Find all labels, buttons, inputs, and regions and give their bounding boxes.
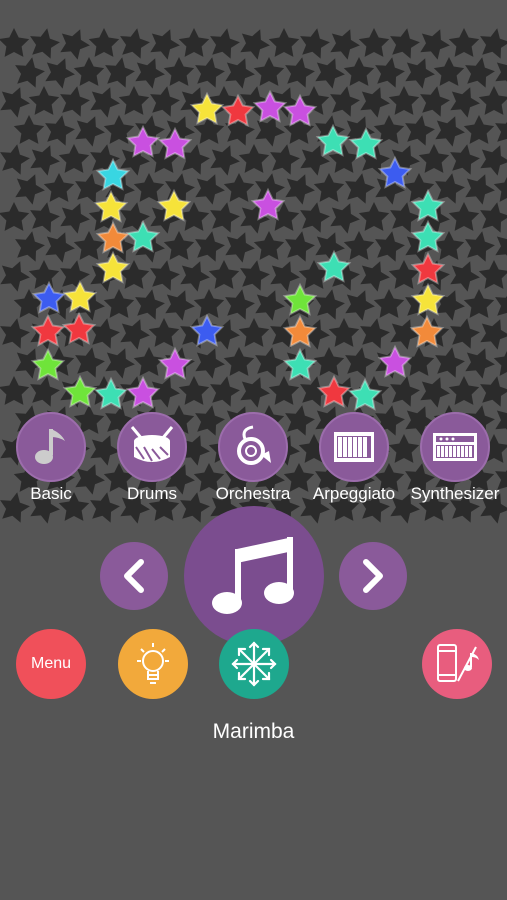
phone-music-icon — [437, 644, 479, 682]
category-label: Synthesizer — [410, 484, 500, 503]
drum-icon — [117, 412, 187, 482]
menu-button[interactable]: Menu — [16, 629, 86, 699]
category-drums[interactable]: Drums — [102, 412, 202, 512]
category-synthesizer[interactable]: Synthesizer — [405, 412, 505, 512]
hint-button[interactable] — [118, 629, 188, 699]
expand-arrows-icon — [231, 641, 277, 687]
french-horn-icon — [218, 412, 288, 482]
share-to-phone-button[interactable] — [422, 629, 492, 699]
chevron-right-icon — [363, 559, 383, 593]
music-note-icon — [212, 537, 294, 614]
category-basic[interactable]: Basic — [1, 412, 101, 512]
lightbulb-icon — [137, 643, 169, 684]
piano-keys-icon — [319, 412, 389, 482]
app-screen: Basic Drums Orchestra Arpeggiato Synthes… — [0, 0, 507, 900]
spread-button[interactable] — [219, 629, 289, 699]
instrument-name: Marimba — [212, 720, 295, 743]
status-bar — [0, 0, 507, 26]
category-arpeggiato[interactable]: Arpeggiato — [304, 412, 404, 512]
previous-instrument-button[interactable] — [100, 542, 168, 610]
play-instrument-button[interactable] — [184, 506, 324, 646]
next-instrument-button[interactable] — [339, 542, 407, 610]
category-orchestra[interactable]: Orchestra — [203, 412, 303, 512]
music-note-icon — [16, 412, 86, 482]
synthesizer-icon — [420, 412, 490, 482]
menu-label: Menu — [30, 655, 72, 672]
chevron-left-icon — [124, 559, 144, 593]
